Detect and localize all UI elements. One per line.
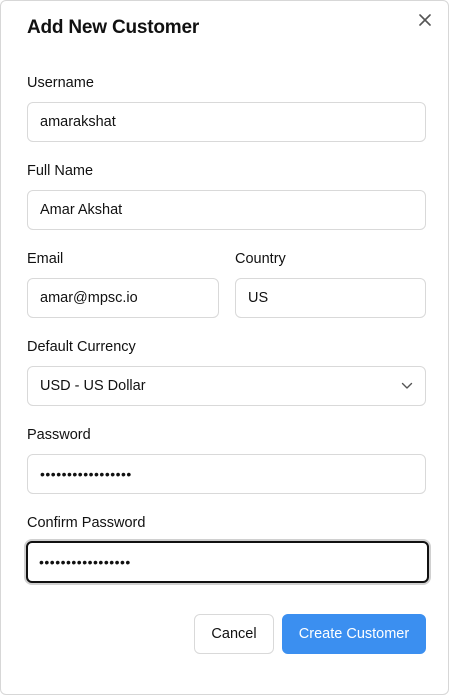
username-field[interactable]: amarakshat bbox=[27, 102, 426, 142]
dialog-title: Add New Customer bbox=[27, 17, 200, 38]
currency-label: Default Currency bbox=[27, 339, 136, 355]
country-value: US bbox=[248, 290, 269, 306]
email-label: Email bbox=[27, 251, 64, 267]
currency-value: USD - US Dollar bbox=[40, 378, 146, 394]
create-customer-button-label: Create Customer bbox=[298, 626, 410, 642]
country-label: Country bbox=[235, 251, 286, 267]
username-label: Username bbox=[27, 75, 94, 91]
confirm-password-field[interactable]: ••••••••••••••••• bbox=[26, 541, 429, 583]
create-customer-button[interactable]: Create Customer bbox=[282, 614, 426, 654]
add-customer-dialog: Add New Customer Username amarakshat Ful… bbox=[0, 0, 449, 695]
cancel-button-label: Cancel bbox=[211, 626, 257, 642]
country-field[interactable]: US bbox=[235, 278, 426, 318]
password-label: Password bbox=[27, 427, 91, 443]
confirm-password-masked-value: ••••••••••••••••• bbox=[39, 554, 131, 570]
password-field[interactable]: ••••••••••••••••• bbox=[27, 454, 426, 494]
full-name-value: Amar Akshat bbox=[40, 202, 123, 218]
full-name-field[interactable]: Amar Akshat bbox=[27, 190, 426, 230]
full-name-label: Full Name bbox=[27, 163, 94, 179]
password-masked-value: ••••••••••••••••• bbox=[40, 466, 132, 482]
chevron-down-icon bbox=[401, 382, 413, 390]
email-field[interactable]: amar@mpsc.io bbox=[27, 278, 219, 318]
username-value: amarakshat bbox=[40, 114, 116, 130]
close-icon[interactable] bbox=[416, 11, 434, 29]
cancel-button[interactable]: Cancel bbox=[194, 614, 274, 654]
confirm-password-label: Confirm Password bbox=[27, 515, 146, 531]
currency-select[interactable]: USD - US Dollar bbox=[27, 366, 426, 406]
email-value: amar@mpsc.io bbox=[40, 290, 138, 306]
